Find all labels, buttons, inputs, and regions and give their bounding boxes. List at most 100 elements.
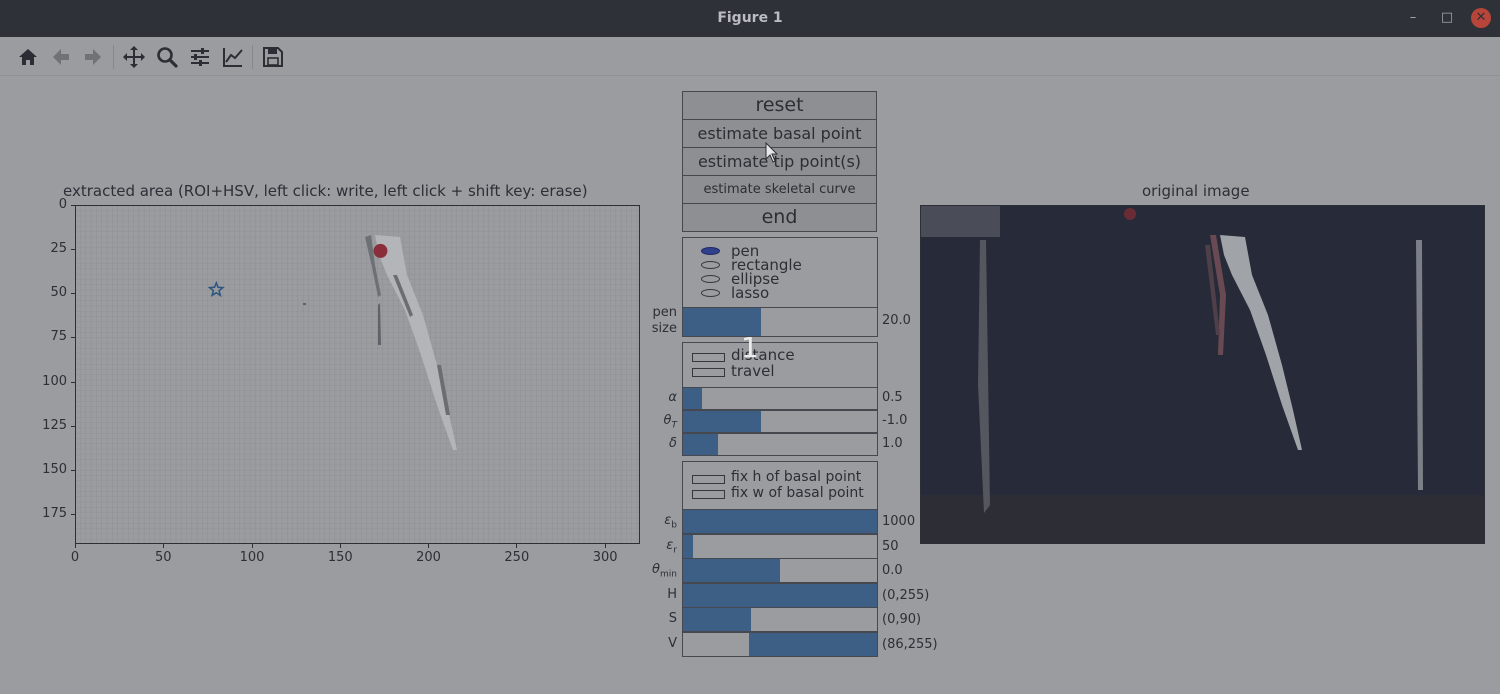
minimize-button[interactable]: – (1404, 9, 1422, 27)
radio-ellipse[interactable] (701, 275, 720, 283)
forward-icon[interactable] (81, 45, 105, 69)
y-tick-label: 50 (50, 285, 67, 301)
end-button[interactable]: end (682, 203, 877, 232)
window-titlebar: Figure 1 – □ ✕ (0, 0, 1500, 37)
y-tick-mark (71, 293, 75, 295)
threshold-value: 1000 (882, 514, 916, 529)
threshold-slider-fill (683, 559, 780, 582)
param-value: -1.0 (882, 413, 908, 428)
check-travel-label: travel (731, 362, 775, 380)
y-tick-label: 175 (42, 505, 67, 521)
radio-lasso[interactable] (701, 289, 720, 297)
radio-rectangle[interactable] (701, 261, 720, 269)
check-fix-w-label: fix w of basal point (731, 485, 864, 501)
save-icon[interactable] (261, 45, 285, 69)
threshold-slider-fill (748, 633, 877, 656)
threshold-label: εr (666, 538, 677, 556)
y-tick-mark (71, 469, 75, 471)
y-tick-mark (71, 425, 75, 427)
reset-button[interactable]: reset (682, 91, 877, 120)
radio-pen[interactable] (701, 247, 720, 255)
param-label: δ (669, 436, 677, 451)
threshold-label: εb (664, 513, 677, 531)
check-fix-h-label: fix h of basal point (731, 469, 862, 485)
x-tick-label: 300 (592, 550, 618, 565)
check-fix-w[interactable] (692, 490, 725, 499)
x-tick-label: 150 (327, 550, 353, 565)
y-tick-mark (71, 205, 75, 206)
pen-size-slider[interactable] (682, 307, 878, 337)
y-tick-label: 25 (50, 241, 67, 257)
image-corner-panel (920, 205, 1000, 237)
back-icon[interactable] (49, 45, 73, 69)
param-slider-fill (683, 388, 703, 409)
threshold-value: 50 (882, 539, 899, 554)
x-tick-label: 200 (416, 550, 441, 565)
navigation-toolbar (0, 37, 1500, 76)
y-tick-label: 0 (58, 197, 67, 212)
param-label: α (668, 390, 677, 405)
check-distance[interactable] (692, 353, 725, 362)
extracted-area-axes[interactable] (75, 205, 640, 544)
x-tick-mark (428, 544, 430, 548)
fix-basal-check-group: fix h of basal point fix w of basal poin… (682, 461, 878, 510)
threshold-value: (86,255) (882, 637, 938, 652)
threshold-slider-fill (683, 608, 751, 631)
estimate-tip-points-button[interactable]: estimate tip point(s) (682, 147, 877, 176)
threshold-slider[interactable] (682, 558, 878, 583)
threshold-slider-fill (683, 510, 877, 533)
original-image-axes[interactable] (920, 205, 1485, 544)
threshold-slider[interactable] (682, 509, 878, 534)
x-tick-label: 100 (239, 550, 265, 565)
threshold-slider-fill (683, 535, 693, 558)
x-tick-mark (516, 544, 518, 548)
right-plot-title: original image (1142, 182, 1250, 200)
check-fix-h[interactable] (692, 475, 725, 484)
x-tick-mark (339, 544, 341, 548)
threshold-slider-fill (683, 584, 877, 607)
zoom-icon[interactable] (155, 45, 179, 69)
close-button[interactable]: ✕ (1471, 8, 1491, 28)
image-red-spot (1124, 208, 1136, 220)
y-tick-mark (71, 513, 75, 515)
pixel-grid (75, 205, 640, 544)
param-slider[interactable] (682, 433, 878, 456)
param-slider[interactable] (682, 387, 878, 410)
edit-axis-icon[interactable] (221, 45, 245, 69)
toolbar-separator (252, 45, 253, 69)
threshold-slider[interactable] (682, 632, 878, 657)
param-slider[interactable] (682, 410, 878, 433)
radio-lasso-label: lasso (731, 284, 770, 302)
threshold-slider[interactable] (682, 583, 878, 608)
threshold-slider[interactable] (682, 534, 878, 559)
param-slider-fill (683, 434, 718, 455)
y-tick-mark (71, 381, 75, 383)
param-slider-fill (683, 411, 761, 432)
threshold-label: θmin (652, 562, 677, 580)
left-plot-title: extracted area (ROI+HSV, left click: wri… (63, 182, 588, 200)
x-tick-label: 250 (504, 550, 530, 565)
x-tick-mark (163, 544, 165, 548)
mouse-pointer-icon (765, 142, 779, 163)
y-tick-label: 75 (50, 329, 67, 345)
pen-size-value: 20.0 (882, 313, 911, 328)
threshold-value: 0.0 (882, 563, 903, 578)
check-travel[interactable] (692, 368, 725, 377)
threshold-value: (0,255) (882, 588, 930, 603)
home-icon[interactable] (16, 45, 40, 69)
maximize-button[interactable]: □ (1438, 9, 1456, 27)
threshold-slider[interactable] (682, 607, 878, 632)
estimate-basal-point-button[interactable]: estimate basal point (682, 119, 877, 148)
estimate-skeletal-curve-button[interactable]: estimate skeletal curve (682, 175, 877, 204)
y-tick-mark (71, 337, 75, 339)
threshold-label: S (668, 611, 677, 626)
pan-icon[interactable] (122, 45, 146, 69)
threshold-label: V (668, 636, 677, 651)
image-floor (920, 495, 1485, 544)
distance-check-group: distance travel (682, 342, 878, 388)
drawing-tool-radio-group: pen rectangle ellipse lasso (682, 237, 878, 308)
tip-point-marker[interactable] (373, 243, 388, 258)
y-tick-label: 100 (42, 373, 67, 389)
x-tick-label: 50 (155, 550, 172, 565)
configure-subplots-icon[interactable] (188, 45, 212, 69)
